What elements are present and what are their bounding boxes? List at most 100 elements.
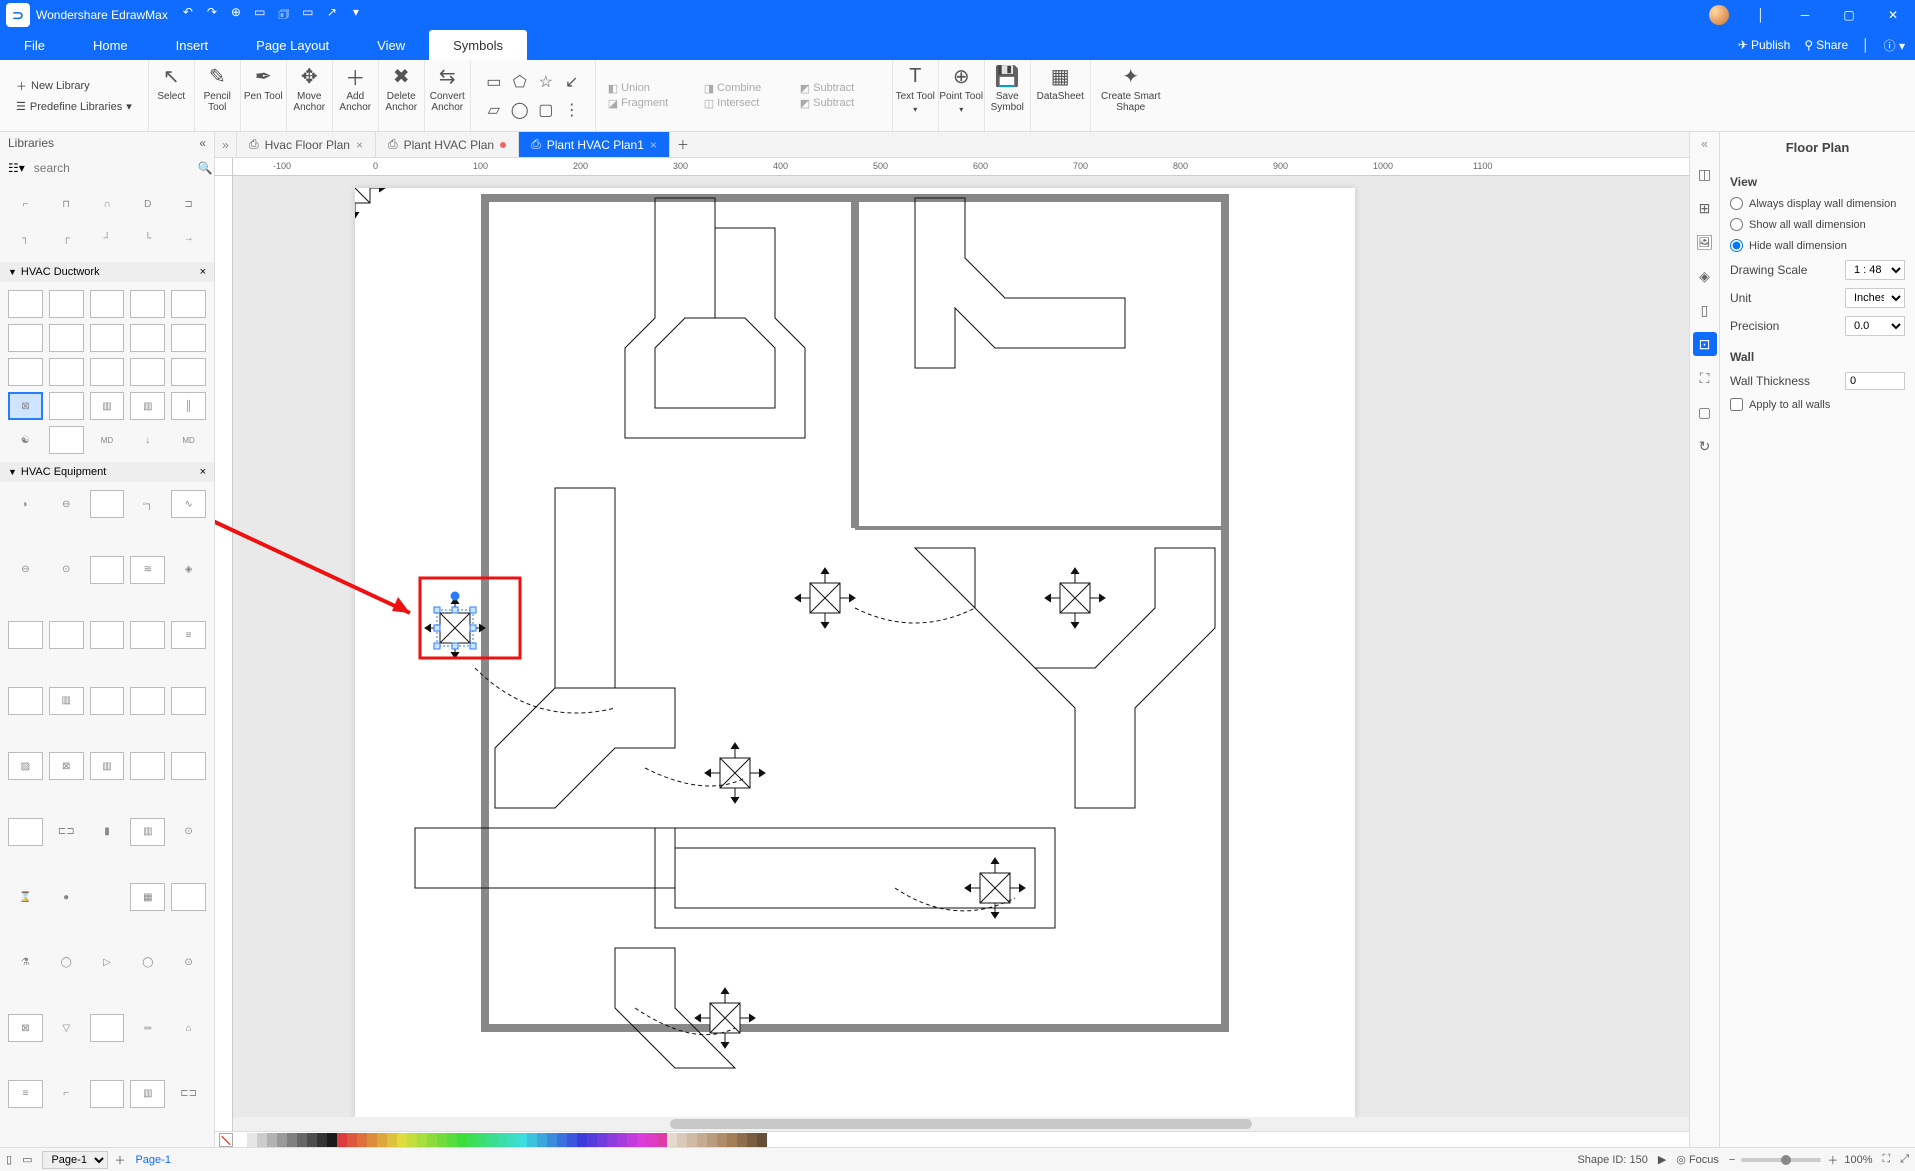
equip-shape[interactable]: ⚗ [8, 949, 43, 977]
duct-shape[interactable] [90, 358, 125, 386]
radio-always[interactable]: Always display wall dimension [1730, 197, 1905, 210]
image-icon[interactable]: 🖼 [1693, 230, 1717, 254]
color-swatch[interactable] [727, 1133, 737, 1147]
page-tab[interactable]: Page-1 [135, 1154, 170, 1166]
equip-shape[interactable] [171, 687, 206, 715]
layout-toggle-icon[interactable]: ▭ [22, 1153, 32, 1166]
text-tool[interactable]: TText Tool▾ [893, 60, 939, 131]
equip-shape[interactable] [171, 752, 206, 780]
color-swatch[interactable] [247, 1133, 257, 1147]
pencil-tool[interactable]: ✎Pencil Tool [195, 60, 241, 131]
equip-shape[interactable]: ⌐ [49, 1080, 84, 1108]
equip-shape[interactable]: ⊙ [171, 818, 206, 846]
focus-button[interactable]: ◎ Focus [1676, 1153, 1719, 1166]
predefine-libraries-button[interactable]: ☰ Predefine Libraries▾ [10, 98, 138, 115]
equip-shape[interactable]: ▥ [49, 687, 84, 715]
duct-shape[interactable]: ↓ [130, 426, 165, 454]
color-swatch[interactable] [657, 1133, 667, 1147]
save-symbol-button[interactable]: 💾Save Symbol [985, 60, 1031, 131]
duct-shape[interactable] [171, 358, 206, 386]
equip-shape[interactable] [90, 621, 125, 649]
play-icon[interactable]: ▶ [1658, 1153, 1666, 1166]
equip-shape[interactable] [8, 687, 43, 715]
radio-showall[interactable]: Show all wall dimension [1730, 218, 1905, 231]
page-select[interactable]: Page-1 [42, 1151, 108, 1169]
duct-shape[interactable] [90, 324, 125, 352]
close-tab-icon[interactable]: × [650, 138, 657, 152]
color-swatch[interactable] [557, 1133, 567, 1147]
color-swatch[interactable] [297, 1133, 307, 1147]
datasheet-button[interactable]: ▦DataSheet [1031, 60, 1091, 131]
equip-shape[interactable] [90, 556, 125, 584]
fit-icon[interactable]: ⛶ [1693, 366, 1717, 390]
duct-shape[interactable] [49, 358, 84, 386]
pen-tool[interactable]: ✒Pen Tool [241, 60, 287, 131]
equip-shape[interactable]: ≡ [8, 1080, 43, 1108]
union-button[interactable]: ◧ Union [608, 82, 688, 95]
create-smart-shape-button[interactable]: ✦Create Smart Shape [1091, 60, 1171, 131]
add-page-button[interactable]: ＋ [114, 1152, 125, 1168]
equip-shape[interactable]: ⊖ [49, 490, 84, 518]
duct-shape[interactable]: MD [90, 426, 125, 454]
undo-icon[interactable]: ↶ [180, 5, 196, 26]
page-icon[interactable]: ▯ [1693, 298, 1717, 322]
color-swatch[interactable] [407, 1133, 417, 1147]
history-icon[interactable]: ↻ [1693, 434, 1717, 458]
library-layout-icon[interactable]: ☷▾ [8, 161, 25, 175]
delete-anchor-tool[interactable]: ✖Delete Anchor [379, 60, 425, 131]
equip-shape[interactable]: ◯ [130, 949, 165, 977]
equip-shape[interactable]: ▨ [8, 752, 43, 780]
equip-shape[interactable]: ▥ [130, 818, 165, 846]
color-swatch[interactable] [667, 1133, 677, 1147]
new-library-button[interactable]: ＋ New Library [10, 76, 138, 96]
duct-shape[interactable]: ▥ [90, 392, 125, 420]
apps-icon[interactable]: ⊞ [1693, 196, 1717, 220]
damper-shape-selected[interactable]: ⊠ [8, 392, 43, 420]
equip-shape[interactable] [130, 687, 165, 715]
new-icon[interactable]: ⊕ [228, 5, 244, 26]
shape-generic[interactable]: ⊐ [171, 190, 206, 218]
duct-shape[interactable] [49, 324, 84, 352]
shape-generic[interactable]: ⌐ [8, 190, 43, 218]
equip-shape[interactable]: ● [49, 883, 84, 911]
pentagon-shape-icon[interactable]: ⬠ [511, 73, 529, 91]
color-swatch[interactable] [497, 1133, 507, 1147]
doc-tab-1[interactable]: ⎙ Plant HVAC Plan [376, 132, 519, 157]
shape-generic[interactable]: → [171, 224, 206, 252]
duct-shape[interactable] [8, 324, 43, 352]
equip-shape[interactable] [130, 752, 165, 780]
color-swatch[interactable] [607, 1133, 617, 1147]
color-swatch[interactable] [757, 1133, 767, 1147]
shape-generic[interactable]: ∩ [90, 190, 125, 218]
color-swatch[interactable] [597, 1133, 607, 1147]
layers-icon[interactable]: ◈ [1693, 264, 1717, 288]
collapse-left-icon[interactable]: « [199, 136, 206, 150]
duct-shape[interactable] [171, 290, 206, 318]
shape-more-2[interactable]: ◯ [511, 101, 529, 119]
subtract-button[interactable]: ◩ Subtract [800, 82, 880, 95]
equip-shape[interactable]: ▥ [90, 752, 125, 780]
add-anchor-tool[interactable]: ＋Add Anchor [333, 60, 379, 131]
rect-shape-icon[interactable]: ▭ [485, 73, 503, 91]
fragment-button[interactable]: ◪ Fragment [608, 97, 688, 110]
presentation-icon[interactable]: ▢ [1693, 400, 1717, 424]
doc-tab-2[interactable]: ⎙ Plant HVAC Plan1 × [519, 132, 670, 157]
color-swatch[interactable] [457, 1133, 467, 1147]
duct-shape[interactable] [130, 324, 165, 352]
combine-button[interactable]: ◨ Combine [704, 82, 784, 95]
star-shape-icon[interactable]: ☆ [537, 73, 555, 91]
horizontal-scrollbar[interactable] [233, 1117, 1689, 1131]
equip-shape[interactable]: ⊖ [8, 556, 43, 584]
color-swatch[interactable] [687, 1133, 697, 1147]
menu-insert[interactable]: Insert [152, 30, 233, 60]
subtract2-button[interactable]: ◩ Subtract [800, 97, 880, 110]
menu-file[interactable]: File [0, 30, 69, 60]
color-swatch[interactable] [447, 1133, 457, 1147]
fit-page-icon[interactable]: ⛶ [1882, 1153, 1890, 1166]
color-swatch[interactable] [417, 1133, 427, 1147]
duct-shape[interactable]: MD [171, 426, 206, 454]
minimize-icon[interactable]: ─ [1783, 0, 1827, 30]
color-swatch[interactable] [547, 1133, 557, 1147]
fullscreen-icon[interactable]: ⤢ [1900, 1153, 1909, 1166]
color-swatch[interactable] [587, 1133, 597, 1147]
